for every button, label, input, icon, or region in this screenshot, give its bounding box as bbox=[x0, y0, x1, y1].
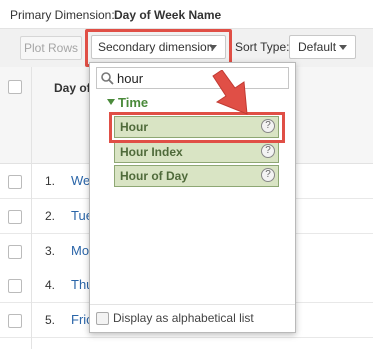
secondary-dimension-button[interactable]: Secondary dimension bbox=[91, 35, 226, 59]
sort-type-select[interactable]: Default bbox=[289, 35, 356, 59]
sort-type-value: Default bbox=[298, 40, 337, 54]
row-checkbox[interactable] bbox=[8, 314, 22, 328]
arrow-icon bbox=[212, 70, 248, 115]
dropdown-divider bbox=[90, 304, 295, 305]
help-icon[interactable]: ? bbox=[261, 168, 275, 182]
row-link[interactable]: Mo bbox=[71, 243, 89, 258]
primary-dimension-value: Day of Week Name bbox=[114, 8, 222, 22]
help-icon[interactable]: ? bbox=[261, 144, 275, 158]
row-number: 1. bbox=[45, 174, 56, 188]
chevron-down-icon bbox=[209, 45, 217, 50]
sort-type-label: Sort Type: bbox=[235, 40, 290, 54]
row-checkbox[interactable] bbox=[8, 279, 22, 293]
column-divider bbox=[31, 67, 32, 349]
column-header-day[interactable]: Day of bbox=[54, 81, 91, 95]
option-label: Hour Index bbox=[120, 145, 183, 159]
option-label: Hour of Day bbox=[120, 169, 189, 183]
search-icon bbox=[101, 72, 114, 85]
option-hour-index[interactable]: Hour Index ? bbox=[114, 141, 279, 163]
row-link[interactable]: We bbox=[71, 173, 90, 188]
alphabetical-list-checkbox[interactable] bbox=[96, 312, 109, 325]
row-checkbox[interactable] bbox=[8, 175, 22, 189]
secondary-dimension-label: Secondary dimension bbox=[98, 40, 214, 54]
row-number: 4. bbox=[45, 278, 56, 292]
chevron-down-icon bbox=[339, 45, 347, 50]
row-checkbox[interactable] bbox=[8, 245, 22, 259]
primary-dimension-label: Primary Dimension: bbox=[10, 8, 115, 22]
plot-rows-button[interactable]: Plot Rows bbox=[20, 36, 82, 60]
row-checkbox[interactable] bbox=[8, 210, 22, 224]
row-number: 2. bbox=[45, 209, 56, 223]
select-all-checkbox[interactable] bbox=[8, 80, 22, 94]
row-number: 5. bbox=[45, 313, 56, 327]
option-hour-of-day[interactable]: Hour of Day ? bbox=[114, 165, 279, 187]
expand-caret-icon[interactable] bbox=[107, 99, 115, 105]
row-number: 3. bbox=[45, 244, 56, 258]
alphabetical-list-label: Display as alphabetical list bbox=[113, 311, 254, 325]
group-label-time[interactable]: Time bbox=[118, 95, 148, 110]
